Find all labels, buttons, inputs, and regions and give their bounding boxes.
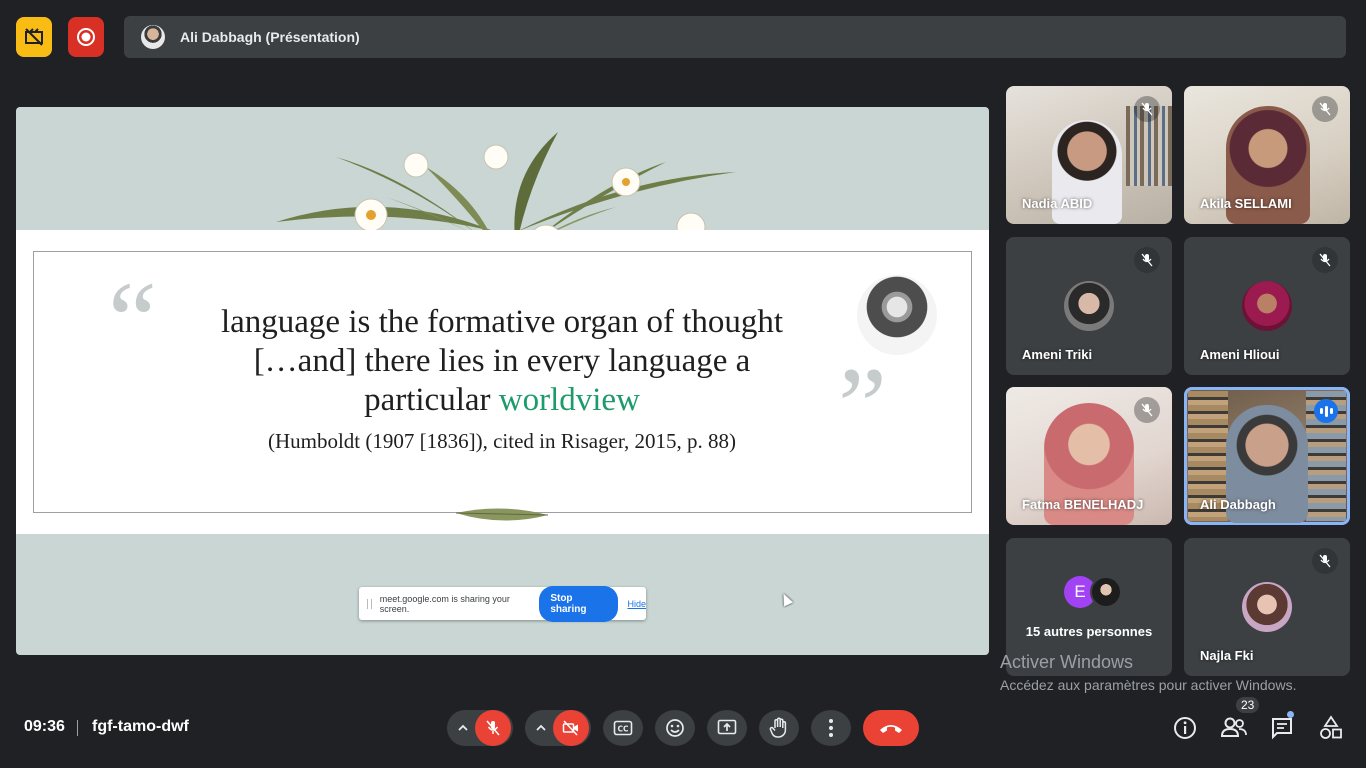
quote-text-plain: particular bbox=[364, 382, 499, 418]
drag-handle[interactable] bbox=[367, 598, 372, 609]
open-quote-mark: “ bbox=[108, 259, 157, 381]
camera-control[interactable] bbox=[525, 710, 591, 746]
more-options-icon bbox=[828, 718, 834, 738]
emoji-icon bbox=[665, 718, 685, 738]
captions-icon: CC bbox=[613, 720, 633, 736]
participant-avatar bbox=[1090, 576, 1122, 608]
raise-hand-icon bbox=[769, 717, 789, 739]
presenter-label: Ali Dabbagh (Présentation) bbox=[180, 29, 360, 45]
chevron-up-icon[interactable] bbox=[457, 722, 469, 734]
close-quote-mark: ” bbox=[838, 345, 887, 467]
participant-name: Akila SELLAMI bbox=[1200, 196, 1292, 211]
mouse-cursor bbox=[778, 591, 794, 607]
mic-off-icon bbox=[1134, 96, 1160, 122]
record-icon bbox=[76, 27, 96, 47]
participant-avatar bbox=[1242, 582, 1292, 632]
participant-tile[interactable]: Fatma BENELHADJ bbox=[1006, 387, 1172, 525]
slide-citation: (Humboldt (1907 [1836]), cited in Risage… bbox=[267, 429, 737, 453]
recording-disabled-icon bbox=[24, 27, 44, 47]
activities-button[interactable] bbox=[1318, 715, 1344, 741]
divider bbox=[77, 720, 78, 736]
meeting-code[interactable]: fgf-tamo-dwf bbox=[92, 718, 189, 736]
windows-activation-title: Activer Windows bbox=[1000, 652, 1134, 672]
participant-tile[interactable]: Ameni Hlioui bbox=[1184, 237, 1350, 375]
present-now-button[interactable] bbox=[707, 710, 747, 746]
quote-line: […and] there lies in every language a bbox=[253, 343, 751, 379]
others-count-label: 15 autres personnes bbox=[1025, 624, 1153, 639]
presenter-avatar bbox=[141, 25, 165, 49]
participant-tile[interactable]: Akila SELLAMI bbox=[1184, 86, 1350, 224]
emoji-button[interactable] bbox=[655, 710, 695, 746]
chevron-up-icon[interactable] bbox=[535, 722, 547, 734]
info-icon bbox=[1172, 715, 1198, 741]
participant-name: Ameni Hlioui bbox=[1200, 347, 1280, 362]
mic-off-icon bbox=[1312, 247, 1338, 273]
participant-name: Ali Dabbagh bbox=[1200, 497, 1276, 512]
shared-screen: “ ” language is the formative organ of t… bbox=[16, 107, 989, 655]
participant-count-badge: 23 bbox=[1236, 697, 1260, 713]
speaking-indicator-icon bbox=[1314, 399, 1338, 423]
sharing-banner: meet.google.com is sharing your screen. … bbox=[359, 585, 646, 622]
quote-highlight: worldview bbox=[498, 382, 640, 418]
present-icon bbox=[717, 719, 737, 737]
participant-avatar bbox=[1064, 281, 1114, 331]
people-button[interactable] bbox=[1220, 715, 1248, 741]
slide-quote: language is the formative organ of thoug… bbox=[166, 303, 838, 420]
windows-activation-subtitle: Accédez aux paramètres pour activer Wind… bbox=[1000, 677, 1297, 693]
participant-avatar bbox=[1242, 281, 1292, 331]
people-icon bbox=[1220, 715, 1248, 741]
quote-line: language is the formative organ of thoug… bbox=[220, 304, 784, 340]
captions-button[interactable]: CC bbox=[603, 710, 643, 746]
microphone-control[interactable] bbox=[447, 710, 513, 746]
meeting-details-button[interactable] bbox=[1172, 715, 1198, 741]
recording-disabled-button[interactable] bbox=[16, 17, 52, 57]
participant-tile[interactable]: Ameni Triki bbox=[1006, 237, 1172, 375]
meeting-time: 09:36 bbox=[24, 718, 65, 735]
mic-off-icon bbox=[1312, 96, 1338, 122]
chat-icon bbox=[1270, 716, 1294, 740]
leave-call-button[interactable] bbox=[863, 710, 919, 746]
humboldt-portrait bbox=[857, 275, 937, 355]
participant-name: Ameni Triki bbox=[1022, 347, 1093, 362]
participant-name: Najla Fki bbox=[1200, 648, 1254, 663]
chat-button[interactable] bbox=[1270, 716, 1294, 740]
quote-line: particular worldview bbox=[166, 381, 838, 420]
camera-off-icon[interactable] bbox=[553, 710, 589, 746]
participant-tile[interactable]: Najla Fki bbox=[1184, 538, 1350, 676]
hang-up-icon bbox=[878, 722, 904, 734]
participant-tile[interactable]: Nadia ABID bbox=[1006, 86, 1172, 224]
participant-tile[interactable]: Ali Dabbagh bbox=[1184, 387, 1350, 525]
mic-off-icon[interactable] bbox=[475, 710, 511, 746]
chat-notification-dot bbox=[1287, 711, 1294, 718]
activities-icon bbox=[1318, 715, 1344, 741]
more-options-button[interactable] bbox=[811, 710, 851, 746]
mic-off-icon bbox=[1134, 247, 1160, 273]
sharing-message: meet.google.com is sharing your screen. bbox=[379, 593, 510, 614]
leaf-decoration bbox=[455, 508, 549, 521]
stop-sharing-button[interactable]: Stop sharing bbox=[539, 585, 619, 622]
participant-name: Nadia ABID bbox=[1022, 196, 1093, 211]
svg-text:CC: CC bbox=[617, 725, 629, 734]
mic-off-icon bbox=[1312, 548, 1338, 574]
hide-banner-link[interactable]: Hide bbox=[627, 599, 646, 609]
recording-button[interactable] bbox=[68, 17, 104, 57]
presenter-bar[interactable]: Ali Dabbagh (Présentation) bbox=[124, 16, 1346, 58]
raise-hand-button[interactable] bbox=[759, 710, 799, 746]
participant-name: Fatma BENELHADJ bbox=[1022, 497, 1144, 512]
mic-off-icon bbox=[1134, 397, 1160, 423]
